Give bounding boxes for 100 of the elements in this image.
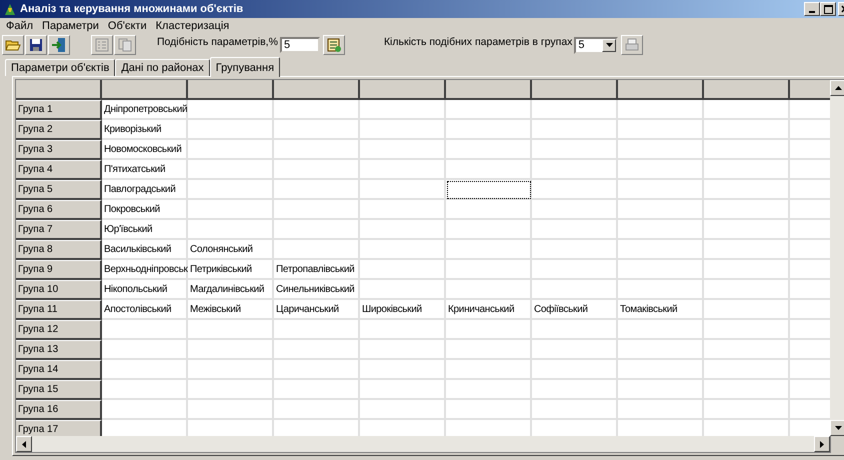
table-cell[interactable] xyxy=(446,360,532,380)
scroll-down-button[interactable] xyxy=(830,420,844,436)
table-cell[interactable] xyxy=(274,240,360,260)
calculate-button[interactable] xyxy=(322,35,345,55)
table-cell[interactable] xyxy=(532,180,618,200)
table-cell[interactable] xyxy=(618,200,704,220)
table-cell[interactable]: Петриківський xyxy=(188,260,274,280)
table-cell[interactable] xyxy=(188,140,274,160)
table-cell[interactable] xyxy=(704,140,790,160)
table-cell[interactable] xyxy=(360,280,446,300)
table-cell[interactable]: Криворізький xyxy=(102,120,188,140)
table-cell[interactable] xyxy=(188,340,274,360)
tab[interactable]: Дані по районах xyxy=(115,59,210,76)
table-cell[interactable] xyxy=(704,200,790,220)
table-cell[interactable]: Петропавлівський xyxy=(274,260,360,280)
table-cell[interactable] xyxy=(274,200,360,220)
table-cell[interactable]: Дніпропетровський xyxy=(102,100,188,120)
table-cell[interactable] xyxy=(532,380,618,400)
table-cell[interactable] xyxy=(360,100,446,120)
count-dropdown[interactable]: 5 xyxy=(574,36,618,54)
table-cell[interactable] xyxy=(360,340,446,360)
tab[interactable]: Групування xyxy=(210,57,280,77)
table-cell[interactable] xyxy=(102,320,188,340)
table-cell[interactable] xyxy=(618,120,704,140)
table-cell[interactable] xyxy=(532,280,618,300)
table-cell[interactable] xyxy=(446,320,532,340)
table-cell[interactable] xyxy=(618,240,704,260)
table-cell[interactable]: Криничанський xyxy=(446,300,532,320)
table-cell[interactable]: Нікопольський xyxy=(102,280,188,300)
table-cell[interactable]: Павлоградський xyxy=(102,180,188,200)
table-cell[interactable] xyxy=(618,100,704,120)
menu-item[interactable]: Об'єкти xyxy=(108,20,147,32)
table-cell[interactable] xyxy=(360,120,446,140)
table-cell[interactable] xyxy=(188,380,274,400)
table-cell[interactable] xyxy=(532,260,618,280)
list-button[interactable] xyxy=(91,35,113,55)
table-cell[interactable] xyxy=(532,140,618,160)
maximize-button[interactable] xyxy=(820,2,836,16)
table-cell[interactable] xyxy=(360,160,446,180)
table-cell[interactable] xyxy=(188,100,274,120)
table-cell[interactable] xyxy=(446,340,532,360)
copy-button[interactable] xyxy=(114,35,136,55)
table-cell[interactable] xyxy=(618,340,704,360)
table-cell[interactable]: Верхньодніпровськ xyxy=(102,260,188,280)
table-cell[interactable] xyxy=(446,260,532,280)
table-cell[interactable] xyxy=(446,120,532,140)
table-cell[interactable] xyxy=(274,140,360,160)
table-cell[interactable] xyxy=(618,220,704,240)
table-cell[interactable] xyxy=(618,380,704,400)
table-cell[interactable] xyxy=(188,180,274,200)
table-cell[interactable] xyxy=(446,160,532,180)
table-cell[interactable] xyxy=(704,300,790,320)
table-cell[interactable] xyxy=(704,160,790,180)
table-cell[interactable]: Софіївський xyxy=(532,300,618,320)
table-cell[interactable] xyxy=(704,380,790,400)
table-cell[interactable] xyxy=(274,180,360,200)
table-cell[interactable] xyxy=(618,280,704,300)
table-cell[interactable]: Апостолівський xyxy=(102,300,188,320)
table-cell[interactable] xyxy=(532,220,618,240)
table-cell[interactable] xyxy=(188,360,274,380)
table-cell[interactable]: Новомосковський xyxy=(102,140,188,160)
open-folder-button[interactable] xyxy=(2,35,24,55)
table-cell[interactable]: Юр'ївський xyxy=(102,220,188,240)
exit-door-button[interactable] xyxy=(48,35,70,55)
table-cell[interactable] xyxy=(532,160,618,180)
table-cell[interactable] xyxy=(446,100,532,120)
table-cell[interactable] xyxy=(618,140,704,160)
table-cell[interactable] xyxy=(188,400,274,420)
table-cell[interactable]: Покровський xyxy=(102,200,188,220)
table-cell[interactable] xyxy=(274,220,360,240)
table-cell[interactable] xyxy=(274,320,360,340)
table-cell[interactable] xyxy=(618,400,704,420)
menu-item[interactable]: Файл xyxy=(6,20,34,32)
vertical-scrollbar[interactable] xyxy=(830,80,844,436)
table-cell[interactable] xyxy=(360,220,446,240)
table-cell[interactable] xyxy=(618,320,704,340)
table-cell[interactable] xyxy=(704,400,790,420)
scroll-up-button[interactable] xyxy=(830,80,844,96)
tab[interactable]: Параметри об'єктів xyxy=(5,59,116,76)
save-button[interactable] xyxy=(25,35,47,55)
table-cell[interactable] xyxy=(102,380,188,400)
table-cell[interactable]: Межівський xyxy=(188,300,274,320)
table-cell[interactable] xyxy=(704,340,790,360)
table-cell[interactable] xyxy=(618,260,704,280)
table-cell[interactable] xyxy=(704,120,790,140)
table-cell[interactable] xyxy=(188,160,274,180)
table-cell[interactable] xyxy=(360,240,446,260)
table-cell[interactable]: Царичанський xyxy=(274,300,360,320)
table-cell[interactable] xyxy=(618,180,704,200)
table-cell[interactable] xyxy=(102,400,188,420)
table-cell[interactable] xyxy=(446,380,532,400)
table-cell[interactable] xyxy=(360,260,446,280)
similarity-field[interactable]: 5 xyxy=(280,37,320,53)
table-cell[interactable]: Васильківський xyxy=(102,240,188,260)
table-cell[interactable] xyxy=(274,400,360,420)
table-cell[interactable] xyxy=(446,220,532,240)
table-cell[interactable] xyxy=(446,200,532,220)
table-cell[interactable] xyxy=(274,100,360,120)
table-cell[interactable] xyxy=(532,100,618,120)
menu-item[interactable]: Параметри xyxy=(42,20,99,32)
